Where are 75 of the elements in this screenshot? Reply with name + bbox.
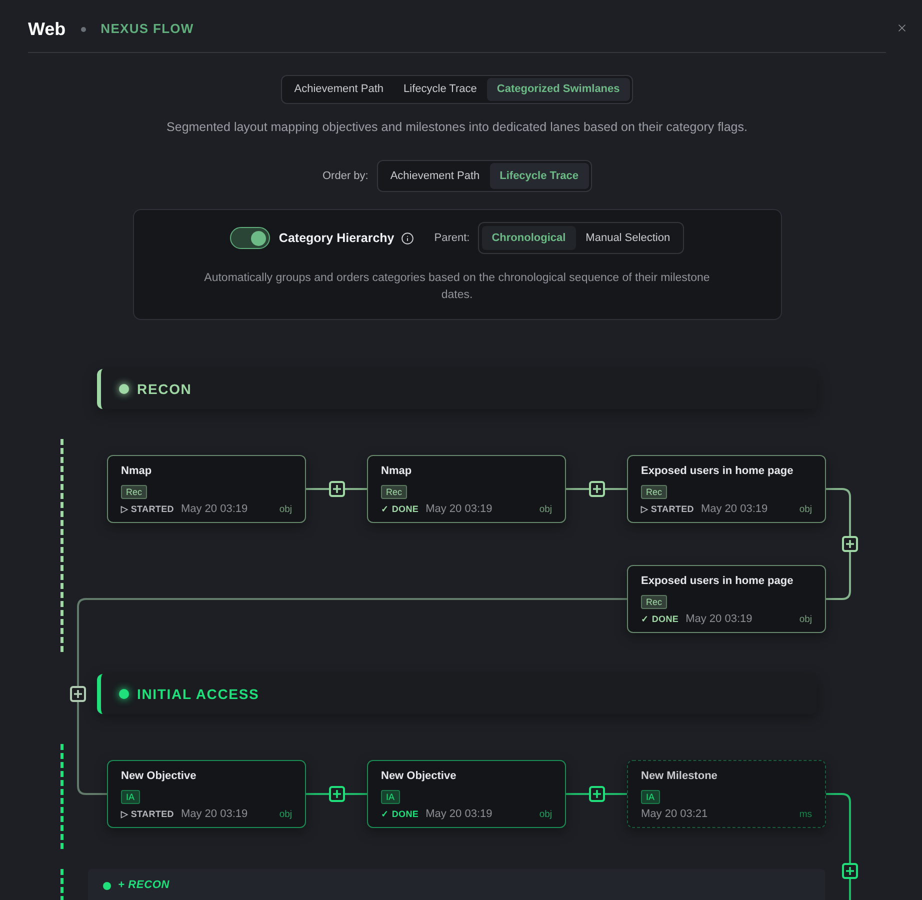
- card-title: New Milestone: [641, 770, 718, 783]
- order-option[interactable]: Achievement Path: [380, 163, 490, 189]
- card-title: Exposed users in home page: [641, 575, 794, 588]
- card-type-label: obj: [539, 808, 552, 820]
- info-icon[interactable]: [401, 232, 414, 244]
- card-date: May 20 03:19: [686, 612, 752, 626]
- card-title: Nmap: [381, 465, 413, 478]
- card-date: May 20 03:21: [641, 808, 708, 820]
- lane-guide-line: [60, 869, 64, 900]
- add-step-button[interactable]: [70, 686, 86, 702]
- order-by-label: Order by:: [322, 170, 368, 182]
- status-label: ✓ DONE: [641, 614, 679, 624]
- add-step-button[interactable]: [588, 481, 604, 497]
- objective-card[interactable]: New Objective IA ✓ DONE May 20 03:19 obj: [367, 760, 566, 828]
- objective-card[interactable]: Nmap Rec ✓ DONE May 20 03:19 obj: [367, 455, 566, 523]
- category-tag: Rec: [641, 595, 668, 609]
- category-tag: IA: [381, 790, 400, 804]
- category-hierarchy-toggle[interactable]: [230, 227, 270, 249]
- dialog-subtitle: NEXUS FLOW: [100, 21, 194, 37]
- parent-option[interactable]: Chronological: [482, 226, 576, 250]
- lane-title: RECON: [137, 380, 192, 398]
- category-tag: IA: [641, 790, 660, 804]
- plus-icon: [846, 867, 854, 875]
- plus-icon: [592, 485, 600, 493]
- view-tab[interactable]: Achievement Path: [284, 78, 394, 101]
- parent-label: Parent:: [434, 232, 470, 244]
- milestone-card[interactable]: New Milestone IA May 20 03:21 ms: [627, 760, 826, 828]
- category-tag: Rec: [121, 485, 148, 499]
- view-description: Segmented layout mapping objectives and milestones into dedicated lanes based on their category flags.: [166, 119, 748, 135]
- card-title: Nmap: [121, 465, 153, 478]
- add-step-button[interactable]: [842, 863, 858, 879]
- card-type-label: obj: [539, 504, 552, 514]
- plus-icon: [846, 540, 854, 548]
- card-type-label: obj: [799, 614, 812, 624]
- card-type-label: obj: [799, 504, 812, 514]
- objective-card[interactable]: Nmap Rec ▷ STARTED May 20 03:19 obj: [107, 455, 306, 523]
- plus-icon: [592, 790, 600, 798]
- order-option[interactable]: Lifecycle Trace: [490, 163, 589, 189]
- status-label: ▷ STARTED: [641, 504, 694, 514]
- card-date: May 20 03:19: [180, 502, 248, 516]
- dialog-title: Web: [28, 18, 66, 40]
- plus-icon: [74, 690, 82, 698]
- category-tag: IA: [121, 790, 140, 804]
- card-date: May 20 03:19: [426, 502, 492, 516]
- card-title: New Objective: [121, 770, 198, 783]
- status-label: ▷ STARTED: [121, 808, 174, 820]
- card-type-label: ms: [799, 808, 812, 820]
- view-tab[interactable]: Lifecycle Trace: [394, 78, 487, 101]
- objective-card[interactable]: Exposed users in home page Rec ✓ DONE May 20 03:19 obj: [627, 565, 826, 633]
- objective-card[interactable]: Exposed users in home page Rec ▷ STARTED May 20 03:19 obj: [627, 455, 826, 523]
- plus-icon: [332, 790, 340, 798]
- card-title: Exposed users in home page: [641, 465, 794, 478]
- parent-option[interactable]: Manual Selection: [576, 226, 680, 250]
- add-step-button[interactable]: [842, 536, 858, 552]
- card-date: May 20 03:19: [180, 808, 248, 820]
- status-label: ▷ STARTED: [121, 504, 174, 514]
- card-date: May 20 03:19: [700, 502, 768, 516]
- card-type-label: obj: [279, 504, 292, 514]
- add-step-button[interactable]: [588, 786, 604, 802]
- card-type-label: obj: [279, 808, 292, 820]
- hierarchy-description: Automatically groups and orders categories based on the chronological sequence of their milestone dates.: [203, 271, 711, 303]
- status-label: ✓ DONE: [381, 808, 419, 820]
- toggle-label: Category Hierarchy: [278, 230, 394, 246]
- add-step-button[interactable]: [328, 786, 344, 802]
- objective-card[interactable]: New Objective IA ▷ STARTED May 20 03:19 obj: [107, 760, 306, 828]
- category-tag: Rec: [641, 485, 668, 499]
- status-label: ✓ DONE: [381, 504, 419, 514]
- category-tag: Rec: [381, 485, 408, 499]
- lane-title: + RECON: [118, 879, 170, 892]
- view-tab[interactable]: Categorized Swimlanes: [486, 78, 630, 101]
- plus-icon: [332, 485, 340, 493]
- lane-title: INITIAL ACCESS: [137, 686, 260, 702]
- add-step-button[interactable]: [328, 481, 344, 497]
- card-date: May 20 03:19: [426, 808, 492, 820]
- card-title: New Objective: [381, 770, 458, 783]
